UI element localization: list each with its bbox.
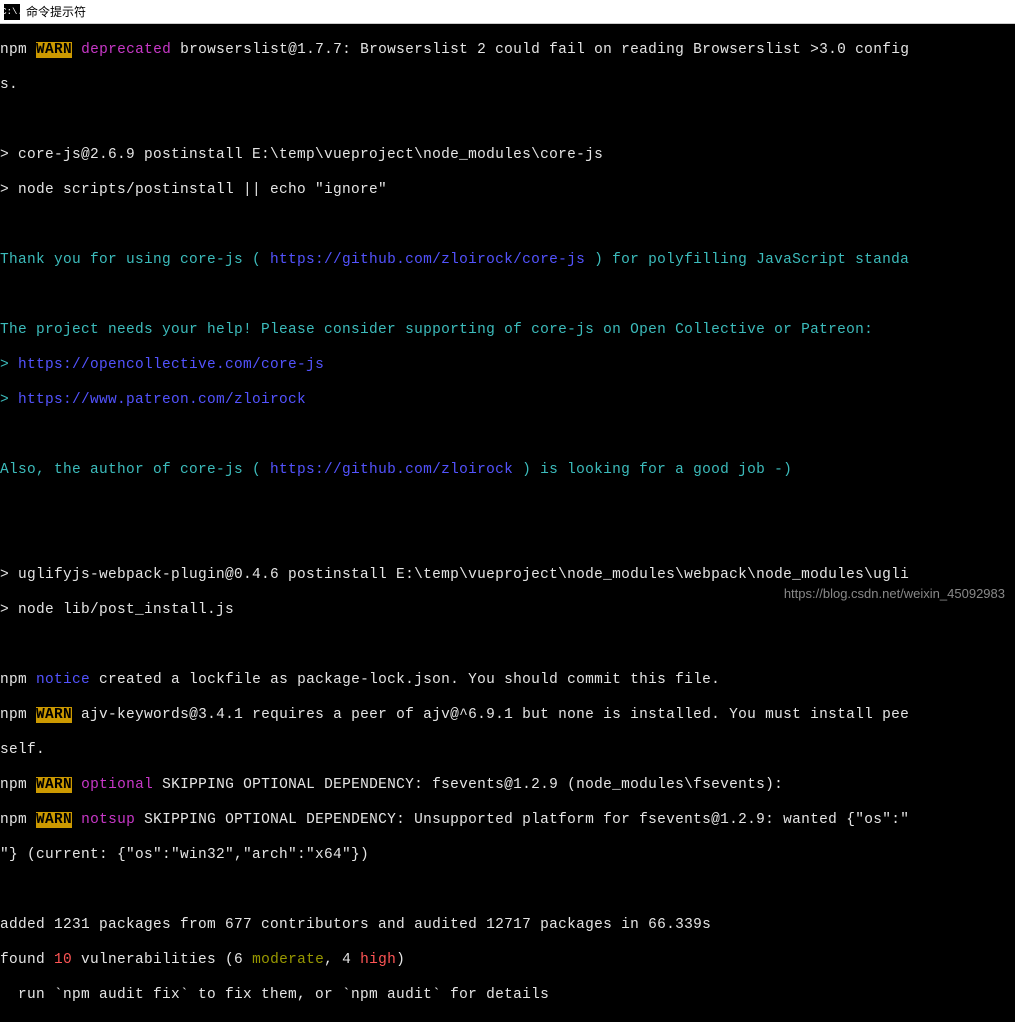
- link-text: https://github.com/zloirock/core-js: [270, 252, 585, 268]
- link-text: https://github.com/zloirock: [270, 462, 513, 478]
- output-text: ) is looking for a good job -): [513, 462, 792, 478]
- npm-label: npm: [0, 777, 27, 793]
- output-text: SKIPPING OPTIONAL DEPENDENCY: fsevents@1…: [153, 777, 783, 793]
- output-text: > uglifyjs-webpack-plugin@0.4.6 postinst…: [0, 567, 1015, 585]
- notice-label: notice: [36, 672, 90, 688]
- output-text: > node scripts/postinstall || echo "igno…: [0, 182, 1015, 200]
- warn-badge: WARN: [36, 812, 72, 828]
- output-text: The project needs your help! Please cons…: [0, 322, 1015, 340]
- output-text: added 1231 packages from 677 contributor…: [0, 917, 1015, 935]
- output-text: "} (current: {"os":"win32","arch":"x64"}…: [0, 847, 1015, 865]
- npm-label: npm: [0, 707, 27, 723]
- output-text: ): [396, 952, 405, 968]
- output-text: ) for polyfilling JavaScript standa: [585, 252, 909, 268]
- output-text: Thank you for using core-js (: [0, 252, 270, 268]
- optional-label: optional: [81, 777, 153, 793]
- output-text: > core-js@2.6.9 postinstall E:\temp\vuep…: [0, 147, 1015, 165]
- output-text: self.: [0, 742, 1015, 760]
- output-text: created a lockfile as package-lock.json.…: [90, 672, 720, 688]
- watermark-text: https://blog.csdn.net/weixin_45092983: [784, 586, 1005, 601]
- output-text: Also, the author of core-js (: [0, 462, 270, 478]
- output-text: >: [0, 392, 9, 408]
- output-text: found: [0, 952, 54, 968]
- output-text: SKIPPING OPTIONAL DEPENDENCY: Unsupporte…: [135, 812, 909, 828]
- warn-badge: WARN: [36, 707, 72, 723]
- deprecated-label: deprecated: [81, 42, 171, 58]
- vuln-count: 10: [54, 952, 72, 968]
- output-text: , 4: [324, 952, 360, 968]
- link-text: https://www.patreon.com/zloirock: [9, 392, 306, 408]
- output-text: run `npm audit fix` to fix them, or `npm…: [0, 987, 1015, 1005]
- output-text: browserslist@1.7.7: Browserslist 2 could…: [171, 42, 909, 58]
- warn-badge: WARN: [36, 42, 72, 58]
- output-text: ajv-keywords@3.4.1 requires a peer of aj…: [72, 707, 909, 723]
- output-text: > node lib/post_install.js: [0, 602, 1015, 620]
- cmd-icon: C:\.: [4, 4, 20, 20]
- npm-label: npm: [0, 42, 27, 58]
- output-text: >: [0, 357, 9, 373]
- notsup-label: notsup: [81, 812, 135, 828]
- terminal-output[interactable]: npm WARN deprecated browserslist@1.7.7: …: [0, 24, 1015, 1022]
- output-text: vulnerabilities (6: [72, 952, 252, 968]
- output-text: s.: [0, 77, 1015, 95]
- npm-label: npm: [0, 812, 27, 828]
- npm-label: npm: [0, 672, 27, 688]
- warn-badge: WARN: [36, 777, 72, 793]
- window-titlebar[interactable]: C:\. 命令提示符: [0, 0, 1015, 24]
- link-text: https://opencollective.com/core-js: [9, 357, 324, 373]
- high-label: high: [360, 952, 396, 968]
- moderate-label: moderate: [252, 952, 324, 968]
- window-title: 命令提示符: [26, 3, 86, 20]
